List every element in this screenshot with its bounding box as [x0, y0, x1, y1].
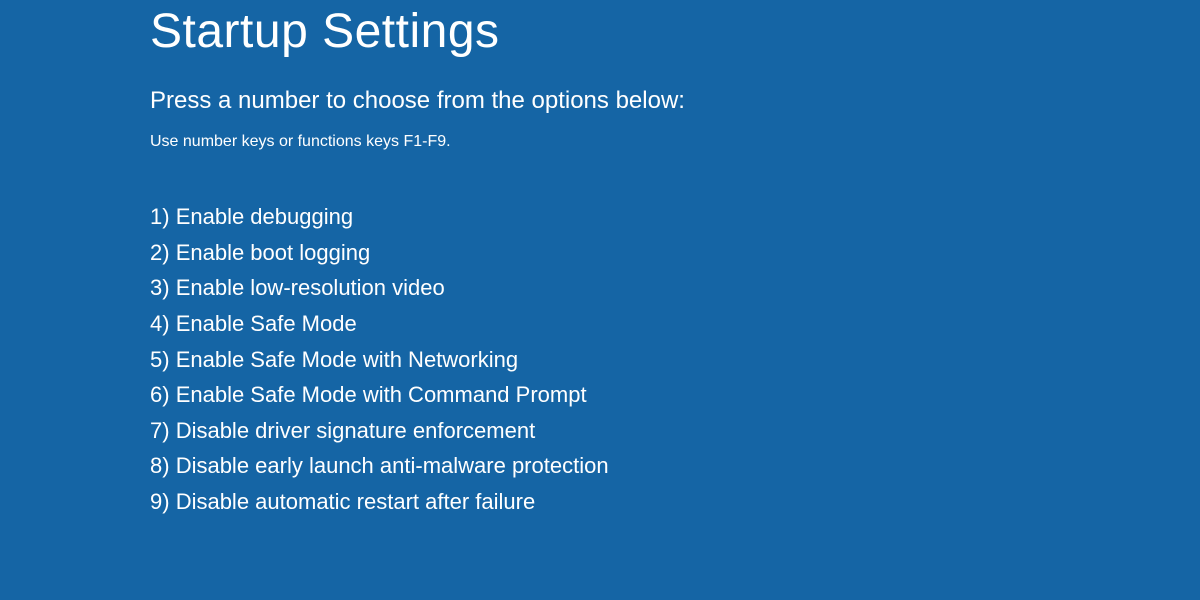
option-number: 4) — [150, 311, 170, 336]
option-enable-safe-mode-command-prompt[interactable]: 6) Enable Safe Mode with Command Prompt — [150, 377, 1050, 413]
option-number: 8) — [150, 453, 170, 478]
option-enable-safe-mode[interactable]: 4) Enable Safe Mode — [150, 306, 1050, 342]
option-label: Enable Safe Mode with Networking — [176, 347, 518, 372]
option-enable-low-resolution-video[interactable]: 3) Enable low-resolution video — [150, 270, 1050, 306]
option-number: 2) — [150, 240, 170, 265]
option-disable-early-launch-anti-malware[interactable]: 8) Disable early launch anti-malware pro… — [150, 448, 1050, 484]
option-label: Enable boot logging — [176, 240, 371, 265]
option-enable-safe-mode-networking[interactable]: 5) Enable Safe Mode with Networking — [150, 342, 1050, 378]
startup-options-list: 1) Enable debugging 2) Enable boot loggi… — [150, 199, 1050, 520]
option-label: Disable driver signature enforcement — [176, 418, 536, 443]
option-disable-automatic-restart[interactable]: 9) Disable automatic restart after failu… — [150, 484, 1050, 520]
option-enable-boot-logging[interactable]: 2) Enable boot logging — [150, 235, 1050, 271]
page-title: Startup Settings — [150, 0, 1050, 87]
option-label: Enable low-resolution video — [176, 275, 445, 300]
instruction-text: Press a number to choose from the option… — [150, 87, 1050, 133]
option-number: 9) — [150, 489, 170, 514]
option-number: 3) — [150, 275, 170, 300]
option-disable-driver-signature-enforcement[interactable]: 7) Disable driver signature enforcement — [150, 413, 1050, 449]
option-number: 5) — [150, 347, 170, 372]
option-label: Disable early launch anti-malware protec… — [176, 453, 609, 478]
option-number: 6) — [150, 382, 170, 407]
hint-text: Use number keys or functions keys F1-F9. — [150, 133, 1050, 199]
option-number: 7) — [150, 418, 170, 443]
option-label: Enable debugging — [176, 204, 353, 229]
option-number: 1) — [150, 204, 170, 229]
option-enable-debugging[interactable]: 1) Enable debugging — [150, 199, 1050, 235]
option-label: Disable automatic restart after failure — [176, 489, 536, 514]
option-label: Enable Safe Mode — [176, 311, 357, 336]
option-label: Enable Safe Mode with Command Prompt — [176, 382, 587, 407]
